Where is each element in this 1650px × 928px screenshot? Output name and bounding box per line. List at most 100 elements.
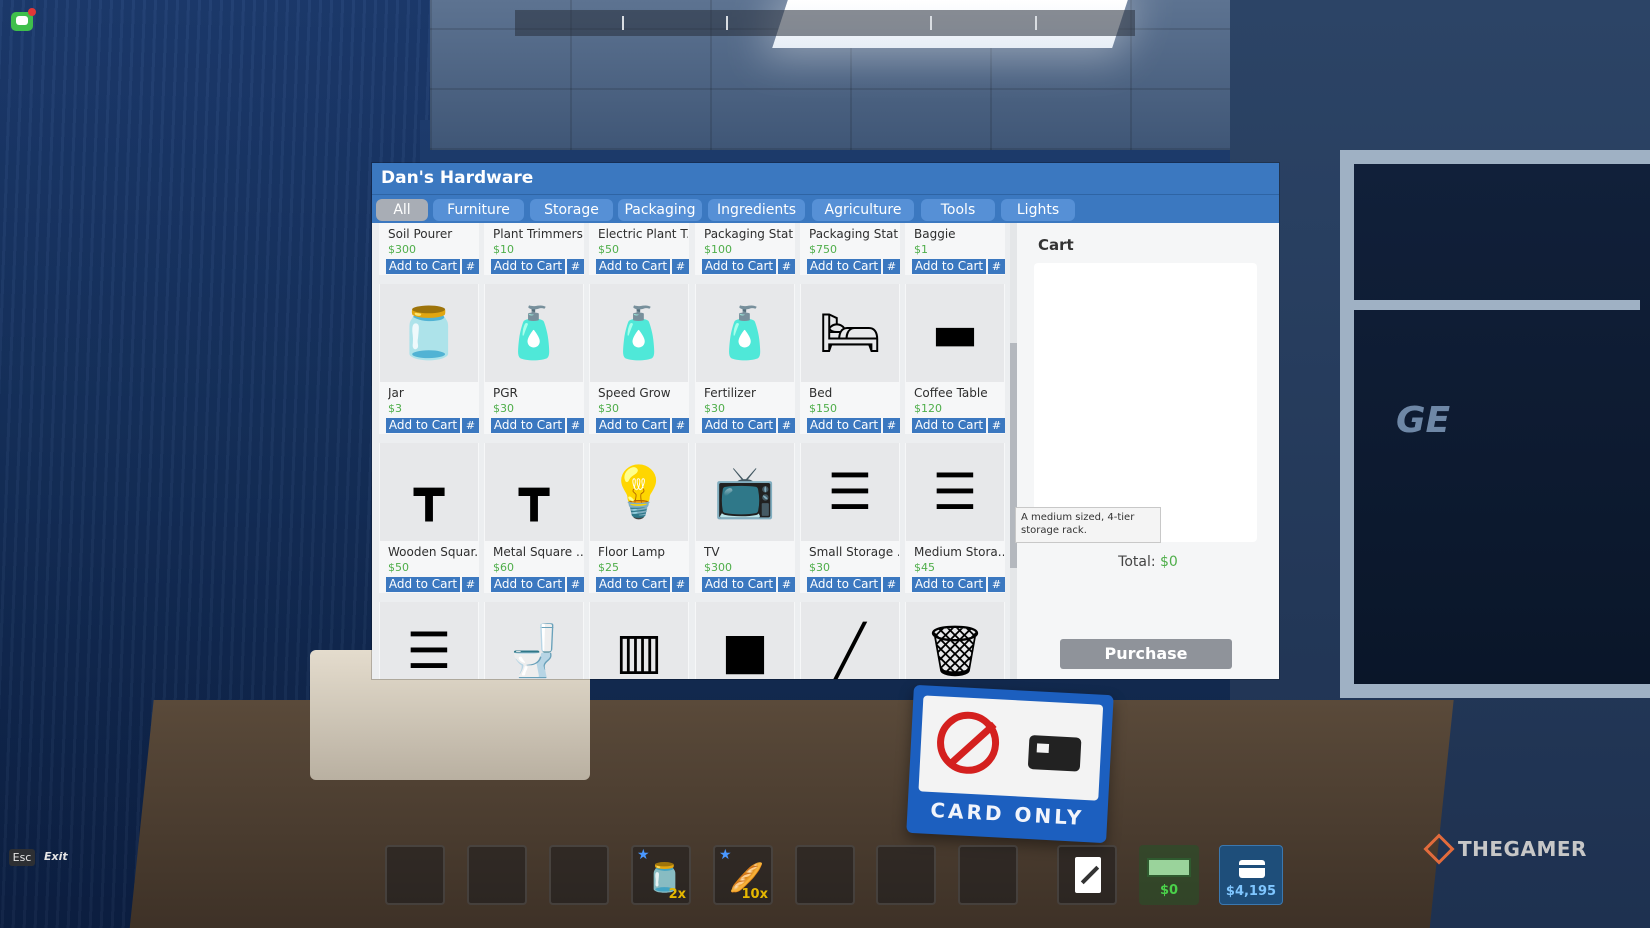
quantity-button[interactable]: # (567, 577, 584, 592)
add-to-cart-button[interactable]: Add to Cart (912, 577, 986, 592)
hotbar-slot[interactable] (958, 845, 1018, 905)
hotbar-slot[interactable] (385, 845, 445, 905)
hotbar-slot[interactable] (467, 845, 527, 905)
tab-packaging[interactable]: Packaging (618, 199, 702, 221)
hotbar-slot[interactable] (876, 845, 936, 905)
shop-title: Dan's Hardware (372, 163, 1279, 194)
product-name: Wooden Squar... (388, 545, 478, 559)
product-name: TV (704, 545, 720, 559)
product-card[interactable]: 💡 Floor Lamp $25 Add to Cart # (589, 443, 689, 593)
catalog-scrollbar[interactable] (1010, 223, 1017, 679)
product-card[interactable]: ☰ Small Storage ... $30 Add to Cart # (800, 443, 900, 593)
tab-lights[interactable]: Lights (1001, 199, 1075, 221)
hotbar-slot[interactable] (795, 845, 855, 905)
product-price: $45 (914, 561, 935, 574)
quantity-button[interactable]: # (988, 418, 1005, 433)
product-card[interactable]: Packaging Stat... $100 Add to Cart# (695, 223, 795, 275)
quantity-button[interactable]: # (883, 259, 900, 274)
tab-ingredients[interactable]: Ingredients (708, 199, 805, 221)
quantity-button[interactable]: # (988, 577, 1005, 592)
product-card[interactable]: 🗑 (905, 602, 1005, 679)
product-card[interactable]: 🧴 Fertilizer $30 Add to Cart # (695, 284, 795, 434)
quantity-button[interactable]: # (567, 259, 584, 274)
product-card[interactable]: 🚽 (484, 602, 584, 679)
product-card[interactable]: ☰ Medium Stora... $45 Add to Cart # (905, 443, 1005, 593)
small-storage-rack-icon: ☰ (801, 443, 899, 541)
product-card[interactable]: ☰ (379, 602, 479, 679)
product-price: $25 (598, 561, 619, 574)
esc-key[interactable]: Esc (9, 849, 35, 866)
add-to-cart-button[interactable]: Add to Cart (702, 577, 776, 592)
product-card[interactable]: ▥ (589, 602, 689, 679)
tab-agriculture[interactable]: Agriculture (812, 199, 914, 221)
add-to-cart-button[interactable]: Add to Cart (596, 577, 670, 592)
hotbar-slot[interactable] (549, 845, 609, 905)
product-card[interactable]: ▬ Coffee Table $120 Add to Cart # (905, 284, 1005, 434)
tab-all[interactable]: All (376, 199, 428, 221)
add-to-cart-button[interactable]: Add to Cart (596, 418, 670, 433)
cash-icon (1147, 858, 1191, 877)
tab-storage[interactable]: Storage (530, 199, 613, 221)
quantity-button[interactable]: # (567, 418, 584, 433)
quantity-button[interactable]: # (778, 418, 795, 433)
product-card[interactable]: 🧴 Speed Grow $30 Add to Cart # (589, 284, 689, 434)
product-card[interactable]: Packaging Stat... $750 Add to Cart# (800, 223, 900, 275)
product-card[interactable]: ┳ Metal Square ... $60 Add to Cart # (484, 443, 584, 593)
product-card[interactable]: Plant Trimmers $10 Add to Cart # (484, 223, 584, 275)
product-card[interactable]: ╱ (800, 602, 900, 679)
bed-icon: 🛏 (801, 284, 899, 382)
product-price: $50 (598, 243, 619, 256)
add-to-cart-button[interactable]: Add to Cart (702, 418, 776, 433)
hotbar-slot[interactable]: ★ 🥖 10x (713, 845, 773, 905)
add-to-cart-button[interactable]: Add to Cart (491, 577, 565, 592)
product-card[interactable]: 🛏 Bed $150 Add to Cart # (800, 284, 900, 434)
add-to-cart-button[interactable]: Add to Cart (491, 418, 565, 433)
product-card[interactable]: Baggie $1 Add to Cart # (905, 223, 1005, 275)
product-card[interactable]: 🧴 PGR $30 Add to Cart # (484, 284, 584, 434)
hotbar-slot[interactable]: ★ 🫙 2x (631, 845, 691, 905)
quantity-button[interactable]: # (462, 418, 479, 433)
add-to-cart-button[interactable]: Add to Cart (596, 259, 670, 274)
quantity-button[interactable]: # (672, 259, 689, 274)
quantity-button[interactable]: # (778, 577, 795, 592)
add-to-cart-button[interactable]: Add to Cart (912, 259, 986, 274)
purchase-button[interactable]: Purchase (1060, 639, 1232, 669)
quantity-button[interactable]: # (778, 259, 795, 274)
quantity-button[interactable]: # (988, 259, 1005, 274)
quantity-button[interactable]: # (883, 577, 900, 592)
add-to-cart-button[interactable]: Add to Cart (491, 259, 565, 274)
product-card[interactable]: Soil Pourer $300 Add to Cart # (379, 223, 479, 275)
fertilizer-bottle-icon: 🧴 (696, 284, 794, 382)
product-price: $150 (809, 402, 837, 415)
add-to-cart-button[interactable]: Add to Cart (386, 418, 460, 433)
add-to-cart-button[interactable]: Add to Cart (807, 577, 881, 592)
add-to-cart-button[interactable]: Add to Cart (912, 418, 986, 433)
tab-tools[interactable]: Tools (921, 199, 995, 221)
product-name: Coffee Table (914, 386, 988, 400)
product-card[interactable]: 📺 TV $300 Add to Cart # (695, 443, 795, 593)
product-card[interactable]: Electric Plant T... $50 Add to Cart # (589, 223, 689, 275)
add-to-cart-button[interactable]: Add to Cart (807, 259, 881, 274)
add-to-cart-button[interactable]: Add to Cart (386, 577, 460, 592)
product-card[interactable]: ■ (695, 602, 795, 679)
add-to-cart-button[interactable]: Add to Cart (702, 259, 776, 274)
compass-tick (622, 16, 624, 30)
quantity-button[interactable]: # (462, 577, 479, 592)
add-to-cart-button[interactable]: Add to Cart (386, 259, 460, 274)
add-to-cart-button[interactable]: Add to Cart (807, 418, 881, 433)
product-card[interactable]: 🫙 Jar $3 Add to Cart # (379, 284, 479, 434)
tab-furniture[interactable]: Furniture (433, 199, 524, 221)
product-price: $1 (914, 243, 928, 256)
product-name: Soil Pourer (388, 227, 453, 241)
product-price: $100 (704, 243, 732, 256)
wall-sign-text: GE (1396, 400, 1451, 441)
quantity-button[interactable]: # (672, 577, 689, 592)
shop-window: Dan's Hardware All Furniture Storage Pac… (372, 163, 1279, 679)
hotbar-slot-notepad[interactable] (1057, 845, 1117, 905)
quantity-button[interactable]: # (672, 418, 689, 433)
quantity-button[interactable]: # (883, 418, 900, 433)
product-card[interactable]: ┳ Wooden Squar... $50 Add to Cart # (379, 443, 479, 593)
quantity-button[interactable]: # (462, 259, 479, 274)
product-name: Plant Trimmers (493, 227, 583, 241)
product-price: $30 (704, 402, 725, 415)
